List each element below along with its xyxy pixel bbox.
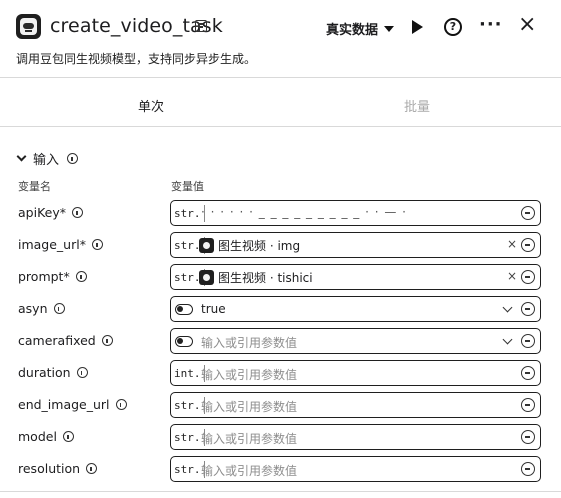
- variable-ref-icon[interactable]: [521, 302, 535, 316]
- resolution-placeholder: 输入或引用参数值: [201, 464, 298, 478]
- param-name: apiKey*: [18, 205, 66, 220]
- type-tag: str.: [174, 429, 205, 446]
- info-icon[interactable]: [62, 431, 74, 442]
- param-name: asyn: [18, 301, 48, 316]
- param-name: end_image_url: [18, 397, 110, 412]
- help-icon[interactable]: ?: [444, 18, 462, 36]
- info-icon[interactable]: [91, 239, 103, 250]
- duration-placeholder: 输入或引用参数值: [201, 368, 298, 382]
- variable-ref-icon[interactable]: [521, 430, 535, 444]
- type-tag: int.: [174, 365, 205, 382]
- boolean-toggle-icon: [175, 336, 193, 347]
- model-placeholder: 输入或引用参数值: [201, 432, 298, 446]
- param-row-asyn: asyn true: [0, 296, 561, 324]
- duration-input[interactable]: int. 输入或引用参数值: [170, 360, 541, 386]
- reference-chip: 图生视频 · img: [199, 237, 300, 254]
- chevron-down-icon: [16, 151, 27, 162]
- camerafixed-select[interactable]: 输入或引用参数值: [170, 328, 541, 354]
- info-icon[interactable]: [115, 399, 127, 410]
- param-name: duration: [18, 365, 71, 380]
- tab-bar: 单次 批量: [0, 92, 561, 128]
- run-button[interactable]: [412, 20, 423, 34]
- chevron-down-icon: [502, 302, 513, 313]
- param-name: image_url*: [18, 237, 86, 252]
- info-icon[interactable]: [101, 335, 113, 346]
- node-ref-icon: [199, 270, 214, 285]
- variable-ref-icon[interactable]: [521, 366, 535, 380]
- panel-divider: [0, 491, 561, 492]
- boolean-toggle-icon: [175, 304, 193, 315]
- param-row-image-url: image_url* str. 图生视频 · img ×: [0, 232, 561, 260]
- info-icon[interactable]: [67, 153, 79, 164]
- type-tag: str.: [174, 461, 205, 478]
- info-icon[interactable]: [75, 271, 87, 282]
- param-name: camerafixed: [18, 333, 96, 348]
- variable-ref-icon[interactable]: [521, 398, 535, 412]
- variable-ref-icon[interactable]: [521, 270, 535, 284]
- param-name: prompt*: [18, 269, 70, 284]
- prompt-input[interactable]: str. 图生视频 · tishici ×: [170, 264, 541, 290]
- camerafixed-placeholder: 输入或引用参数值: [201, 336, 298, 350]
- tab-single[interactable]: 单次: [138, 96, 164, 115]
- param-row-duration: duration int. 输入或引用参数值: [0, 360, 561, 388]
- variable-ref-icon[interactable]: [521, 206, 535, 220]
- variable-ref-icon[interactable]: [521, 238, 535, 252]
- panel-header: create_video_task 真实数据 ? ··· × 调用豆包同生视频模…: [0, 0, 561, 78]
- type-tag: str.: [174, 205, 205, 222]
- model-input[interactable]: str. 输入或引用参数值: [170, 424, 541, 450]
- column-header-name: 变量名: [18, 180, 51, 193]
- tab-divider: [0, 126, 561, 127]
- node-description: 调用豆包同生视频模型，支持同步异步生成。: [16, 52, 257, 66]
- more-icon[interactable]: ···: [479, 14, 503, 35]
- video-plugin-icon: [16, 14, 41, 39]
- chevron-down-icon: [384, 25, 395, 32]
- param-row-camerafixed: camerafixed 输入或引用参数值: [0, 328, 561, 356]
- data-source-dropdown[interactable]: 真实数据: [326, 19, 395, 38]
- tab-batch[interactable]: 批量: [404, 96, 430, 115]
- apikey-value: · · · · · · _ _ _ _ _ _ _ _ _ · · — ·: [201, 205, 407, 219]
- data-source-label: 真实数据: [326, 23, 379, 38]
- variable-ref-icon[interactable]: [521, 462, 535, 476]
- type-tag: str.: [174, 397, 205, 414]
- param-row-apikey: apiKey* str. · · · · · · _ _ _ _ _ _ _ _…: [0, 200, 561, 228]
- param-row-model: model str. 输入或引用参数值: [0, 424, 561, 452]
- asyn-value: true: [201, 302, 226, 316]
- end-image-url-placeholder: 输入或引用参数值: [201, 400, 298, 414]
- resolution-input[interactable]: str. 输入或引用参数值: [170, 456, 541, 482]
- reference-chip: 图生视频 · tishici: [199, 269, 313, 286]
- param-row-prompt: prompt* str. 图生视频 · tishici ×: [0, 264, 561, 292]
- info-icon[interactable]: [71, 207, 83, 218]
- param-name: model: [18, 429, 57, 444]
- chevron-down-icon: [502, 334, 513, 345]
- param-name: resolution: [18, 461, 81, 476]
- edit-note-icon[interactable]: [195, 20, 207, 32]
- node-ref-icon: [199, 238, 214, 253]
- variable-ref-icon[interactable]: [521, 334, 535, 348]
- param-row-resolution: resolution str. 输入或引用参数值: [0, 456, 561, 484]
- clear-icon[interactable]: ×: [507, 237, 517, 251]
- column-header-value: 变量值: [171, 180, 204, 193]
- info-icon[interactable]: [86, 463, 98, 474]
- image-url-input[interactable]: str. 图生视频 · img ×: [170, 232, 541, 258]
- input-section-toggle[interactable]: 输入: [16, 149, 79, 168]
- end-image-url-input[interactable]: str. 输入或引用参数值: [170, 392, 541, 418]
- param-row-end-image-url: end_image_url str. 输入或引用参数值: [0, 392, 561, 420]
- section-title: 输入: [33, 153, 60, 168]
- info-icon[interactable]: [53, 303, 65, 314]
- apikey-input[interactable]: str. · · · · · · _ _ _ _ _ _ _ _ _ · · —…: [170, 200, 541, 226]
- close-icon[interactable]: ×: [518, 12, 536, 37]
- info-icon[interactable]: [76, 367, 88, 378]
- clear-icon[interactable]: ×: [507, 269, 517, 283]
- asyn-select[interactable]: true: [170, 296, 541, 322]
